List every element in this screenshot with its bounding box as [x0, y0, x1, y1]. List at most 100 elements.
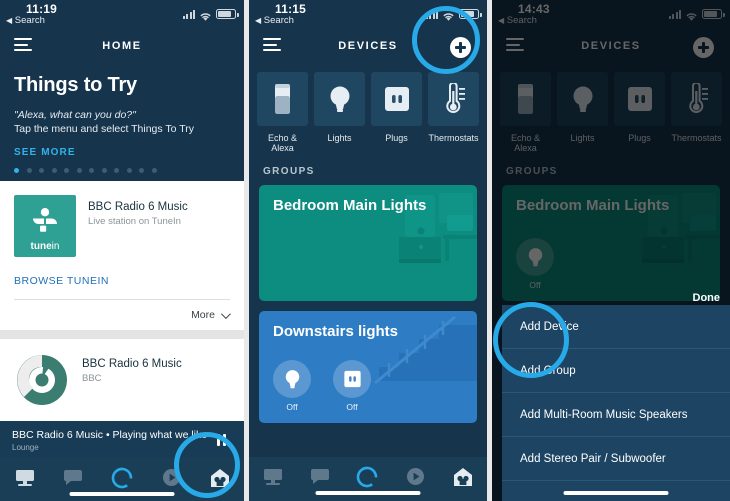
feed-gap — [0, 330, 244, 339]
status-back-link[interactable]: ◀ Search — [6, 15, 45, 26]
tab-devices[interactable] — [209, 467, 231, 494]
back-label: Search — [263, 15, 294, 26]
bbc-radio6-logo — [14, 352, 70, 408]
menu-item-add-multiroom[interactable]: Add Multi-Room Music Speakers — [502, 393, 730, 437]
tab-alexa[interactable] — [110, 466, 134, 495]
device-type-label: Lights — [327, 133, 352, 143]
bbc-meta: BBC Radio 6 Music BBC — [82, 352, 182, 384]
cellular-signal-icon — [425, 10, 438, 19]
device-type-plugs[interactable]: Plugs — [371, 72, 422, 153]
group-controls: Off Off — [273, 360, 371, 412]
app-bar-2: DEVICES — [249, 30, 487, 64]
menu-item-add-group[interactable]: Add Group — [502, 349, 730, 393]
status-time: 11:15 — [275, 2, 307, 16]
group-title: Downstairs lights — [273, 323, 399, 340]
add-menu-sheet: Add Device Add Group Add Multi-Room Musi… — [502, 305, 730, 501]
back-label: Search — [14, 15, 45, 26]
thermostat-icon — [428, 72, 479, 126]
tab-home[interactable] — [14, 468, 36, 493]
panel-home: 11:19 ◀ Search HOME Things to Try "Alexa… — [0, 0, 244, 501]
panel-devices: 11:15 ◀ Search DEVICES Echo & Alexa Ligh… — [249, 0, 487, 501]
tab-communicate[interactable] — [63, 468, 83, 492]
home-indicator — [563, 491, 669, 495]
tab-play[interactable] — [161, 467, 182, 493]
home-indicator — [315, 491, 421, 495]
control-state: Off — [346, 402, 358, 412]
see-more-link[interactable]: SEE MORE — [14, 147, 230, 158]
status-back-link[interactable]: ◀ Search — [255, 15, 294, 26]
tab-home[interactable] — [262, 467, 284, 492]
tab-devices[interactable] — [452, 466, 474, 493]
group-card-downstairs[interactable]: Downstairs lights Off Off — [259, 311, 477, 423]
device-type-echo[interactable]: Echo & Alexa — [257, 72, 308, 153]
now-playing-title: BBC Radio 6 Music • Playing what we like — [12, 429, 208, 441]
tunein-mark-icon — [31, 208, 59, 234]
more-label: More — [191, 309, 215, 321]
bbc-card[interactable]: BBC Radio 6 Music BBC — [0, 339, 244, 421]
browse-tunein-link[interactable]: BROWSE TUNEIN — [14, 257, 230, 299]
things-to-try-hero[interactable]: Things to Try "Alexa, what can you do?" … — [0, 64, 244, 181]
group-title: Bedroom Main Lights — [273, 197, 427, 214]
tunein-title: BBC Radio 6 Music — [88, 201, 188, 213]
page-title: HOME — [102, 40, 142, 52]
tunein-meta: BBC Radio 6 Music Live station on TuneIn — [88, 195, 188, 227]
bottom-tab-bar-1 — [0, 458, 244, 501]
home-indicator — [69, 492, 175, 496]
outlet-plug-icon — [333, 360, 371, 398]
app-bar-1: HOME — [0, 30, 244, 64]
battery-icon — [216, 9, 239, 19]
menu-item-add-device[interactable]: Add Device — [502, 305, 730, 349]
status-indicators — [182, 9, 239, 21]
now-playing-bar[interactable]: BBC Radio 6 Music • Playing what we like… — [0, 421, 244, 458]
device-type-label: Echo & Alexa — [267, 133, 298, 153]
hero-quote: "Alexa, what can you do?" — [14, 109, 136, 121]
menu-item-add-stereo-pair[interactable]: Add Stereo Pair / Subwoofer — [502, 437, 730, 481]
lightbulb-icon — [273, 360, 311, 398]
hero-title: Things to Try — [14, 74, 137, 96]
back-arrow-icon: ◀ — [255, 16, 262, 25]
status-bar-1: 11:19 ◀ Search — [0, 0, 244, 30]
outlet-plug-icon — [371, 72, 422, 126]
cellular-signal-icon — [182, 10, 195, 19]
device-type-label: Thermostats — [428, 133, 479, 143]
tab-communicate[interactable] — [310, 467, 330, 491]
tunein-subtitle: Live station on TuneIn — [88, 216, 181, 227]
done-button[interactable]: Done — [693, 292, 721, 304]
status-indicators — [425, 9, 482, 21]
bottom-tab-bar-2 — [249, 457, 487, 501]
status-time: 11:19 — [26, 2, 58, 16]
more-button[interactable]: More — [14, 300, 231, 330]
screenshot-stage: 11:19 ◀ Search HOME Things to Try "Alexa… — [0, 0, 730, 501]
group-control-plug[interactable]: Off — [333, 360, 371, 412]
hero-subtitle: Tap the menu and select Things To Try — [14, 123, 194, 135]
chevron-down-icon — [220, 308, 231, 319]
home-feed: tunein BBC Radio 6 Music Live station on… — [0, 181, 244, 421]
wifi-icon — [442, 9, 455, 21]
tunein-card[interactable]: tunein BBC Radio 6 Music Live station on… — [0, 181, 244, 330]
echo-speaker-icon — [257, 72, 308, 126]
pause-icon[interactable] — [217, 434, 226, 446]
status-bar-2: 11:15 ◀ Search — [249, 0, 487, 30]
device-type-lights[interactable]: Lights — [314, 72, 365, 153]
group-control-light[interactable]: Off — [273, 360, 311, 412]
now-playing-device: Lounge — [12, 443, 39, 452]
control-state: Off — [286, 402, 298, 412]
tunein-wordmark: tunein — [30, 241, 60, 252]
tab-alexa[interactable] — [355, 465, 379, 494]
panel-add-menu: 14:43 ◀ Search DEVICES — [492, 0, 730, 501]
battery-icon — [459, 9, 482, 19]
add-device-plus-button[interactable] — [450, 37, 471, 58]
carousel-dots[interactable] — [14, 168, 230, 181]
device-type-grid-2: Echo & Alexa Lights Plugs Thermostats — [249, 64, 487, 153]
wifi-icon — [199, 9, 212, 21]
tab-play[interactable] — [405, 466, 426, 492]
back-arrow-icon: ◀ — [6, 16, 13, 25]
group-card-bedroom[interactable]: Bedroom Main Lights — [259, 185, 477, 301]
tunein-logo: tunein — [14, 195, 76, 257]
bbc-title: BBC Radio 6 Music — [82, 358, 182, 370]
device-type-thermostats[interactable]: Thermostats — [428, 72, 479, 153]
device-type-label: Plugs — [385, 133, 408, 143]
lightbulb-icon — [314, 72, 365, 126]
bbc-subtitle: BBC — [82, 373, 102, 384]
groups-section-label: GROUPS — [263, 166, 315, 177]
